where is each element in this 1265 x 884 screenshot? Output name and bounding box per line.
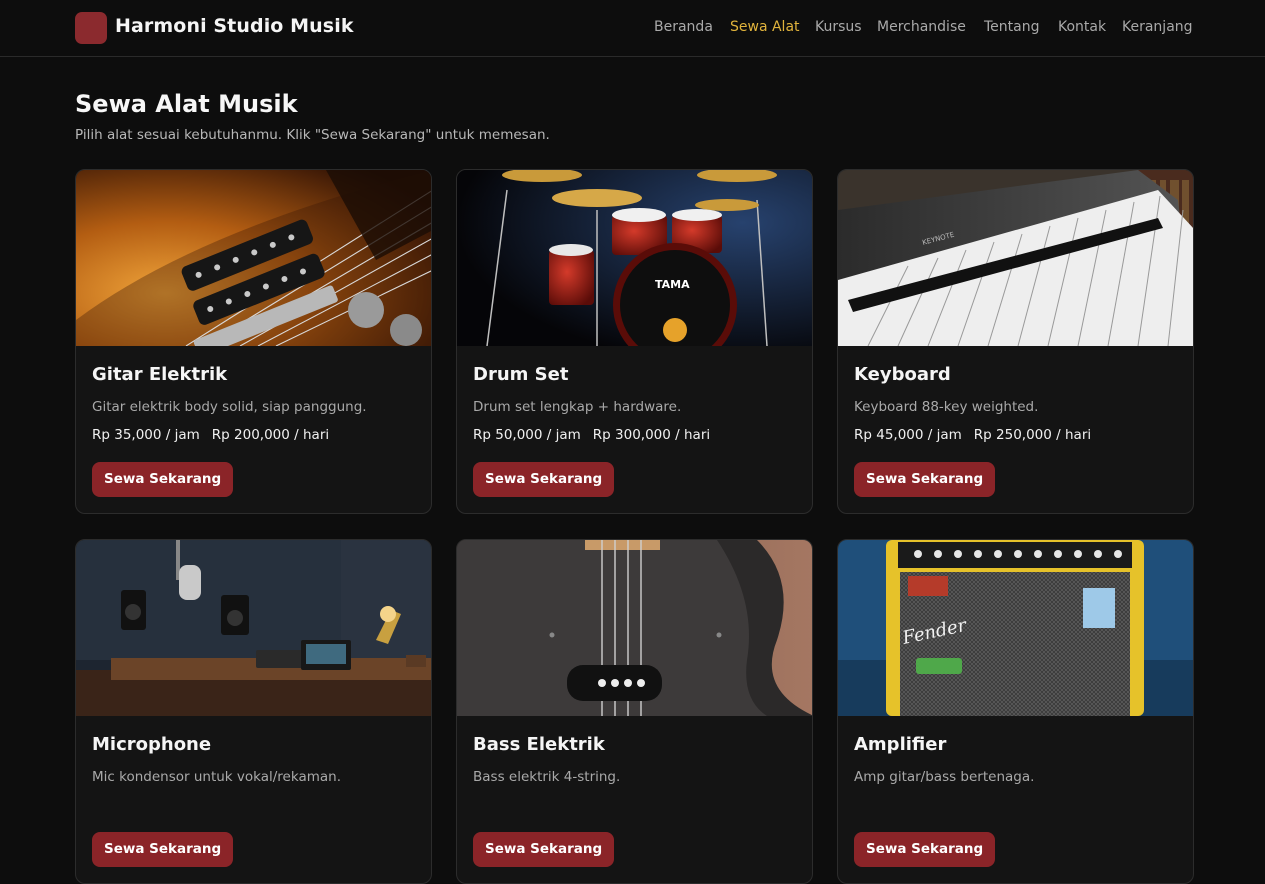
nav-kontak[interactable]: Kontak xyxy=(1058,19,1106,35)
product-card-amplifier: Fender Amplifier Amp gitar/bass bertenag… xyxy=(837,539,1194,884)
rent-now-button[interactable]: Sewa Sekarang xyxy=(854,832,996,867)
bass-guitar-image xyxy=(457,540,812,716)
price-per-hour: Rp 35,000 / jam xyxy=(92,427,200,443)
studio-microphone-photo-icon xyxy=(76,540,431,716)
price-per-day: Rp 250,000 / hari xyxy=(973,427,1092,443)
product-price xyxy=(92,797,104,813)
product-name: Keyboard xyxy=(854,364,951,385)
rent-now-button[interactable]: Sewa Sekarang xyxy=(473,832,615,867)
rent-now-button[interactable]: Sewa Sekarang xyxy=(473,462,615,497)
product-price: Rp 35,000 / jam Rp 200,000 / hari xyxy=(92,427,329,443)
page-title: Sewa Alat Musik xyxy=(75,90,298,118)
product-description: Drum set lengkap + hardware. xyxy=(473,399,682,415)
product-name: Gitar Elektrik xyxy=(92,364,228,385)
product-description: Bass elektrik 4-string. xyxy=(473,769,621,785)
nav-kursus[interactable]: Kursus xyxy=(815,19,862,35)
price-per-hour: Rp 45,000 / jam xyxy=(854,427,962,443)
rent-now-button[interactable]: Sewa Sekarang xyxy=(92,462,234,497)
microphone-image xyxy=(76,540,431,716)
product-card-microphone: Microphone Mic kondensor untuk vokal/rek… xyxy=(75,539,432,884)
price-per-day: Rp 300,000 / hari xyxy=(592,427,711,443)
product-price: Rp 45,000 / jam Rp 250,000 / hari xyxy=(854,427,1091,443)
electric-guitar-photo-icon xyxy=(76,170,431,346)
drum-set-photo-icon: TAMA xyxy=(457,170,812,346)
page-subtitle: Pilih alat sesuai kebutuhanmu. Klik "Sew… xyxy=(75,127,550,143)
nav-merchandise[interactable]: Merchandise xyxy=(877,19,966,35)
rent-now-button[interactable]: Sewa Sekarang xyxy=(92,832,234,867)
product-price: Rp 50,000 / jam Rp 300,000 / hari xyxy=(473,427,710,443)
product-card-bass-elektrik: Bass Elektrik Bass elektrik 4-string. Se… xyxy=(456,539,813,884)
logo-icon[interactable] xyxy=(75,12,107,44)
bass-guitar-photo-icon xyxy=(457,540,812,716)
amplifier-image: Fender xyxy=(838,540,1193,716)
price-per-day: Rp 200,000 / hari xyxy=(211,427,330,443)
amplifier-photo-icon: Fender xyxy=(838,540,1193,716)
product-name: Amplifier xyxy=(854,734,947,755)
nav-beranda[interactable]: Beranda xyxy=(654,19,713,35)
nav-tentang[interactable]: Tentang xyxy=(984,19,1040,35)
product-price xyxy=(854,797,866,813)
product-card-gitar-elektrik: Gitar Elektrik Gitar elektrik body solid… xyxy=(75,169,432,514)
product-description: Amp gitar/bass bertenaga. xyxy=(854,769,1035,785)
product-card-keyboard: KEYNOTE Keyboard Keyboard 88-key weighte… xyxy=(837,169,1194,514)
brand-name[interactable]: Harmoni Studio Musik xyxy=(115,15,354,37)
product-card-drum-set: TAMA Drum Set Drum set lengkap + hardwar… xyxy=(456,169,813,514)
product-description: Gitar elektrik body solid, siap panggung… xyxy=(92,399,367,415)
nav-sewa-alat[interactable]: Sewa Alat xyxy=(730,19,800,35)
electric-guitar-image xyxy=(76,170,431,346)
product-name: Drum Set xyxy=(473,364,569,385)
product-price xyxy=(473,797,485,813)
product-name: Microphone xyxy=(92,734,212,755)
keyboard-photo-icon: KEYNOTE xyxy=(838,170,1193,346)
price-per-hour: Rp 50,000 / jam xyxy=(473,427,581,443)
top-navbar: Harmoni Studio Musik Beranda Sewa Alat K… xyxy=(0,0,1265,57)
drum-brand-label: TAMA xyxy=(655,278,690,291)
product-description: Mic kondensor untuk vokal/rekaman. xyxy=(92,769,341,785)
keyboard-image: KEYNOTE xyxy=(838,170,1193,346)
product-name: Bass Elektrik xyxy=(473,734,605,755)
product-description: Keyboard 88-key weighted. xyxy=(854,399,1039,415)
nav-keranjang[interactable]: Keranjang xyxy=(1122,19,1193,35)
rent-now-button[interactable]: Sewa Sekarang xyxy=(854,462,996,497)
drum-set-image: TAMA xyxy=(457,170,812,346)
